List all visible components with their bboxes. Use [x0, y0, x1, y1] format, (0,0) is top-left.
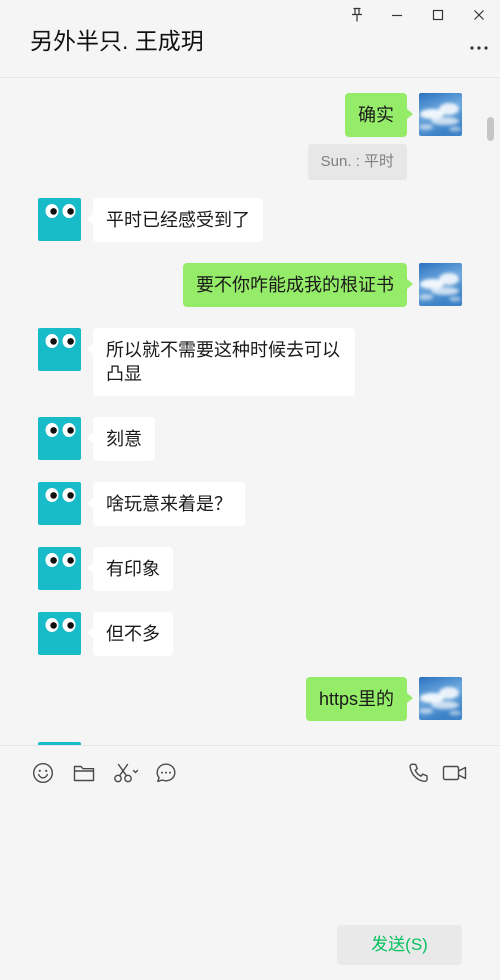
emoji-icon[interactable] [32, 762, 54, 784]
self-avatar[interactable] [419, 677, 462, 720]
self-avatar[interactable] [419, 263, 462, 306]
more-icon[interactable] [466, 40, 492, 56]
message-row: 刻意 [38, 417, 155, 461]
message-row: 平时已经感受到了 [38, 198, 263, 242]
message-row: 所以就不需要这种时候去可以凸显 [38, 328, 355, 396]
scissors-icon[interactable] [112, 762, 140, 784]
send-button[interactable]: 发送(S) [337, 925, 462, 965]
chat-title: 另外半只. 王成玥 [30, 28, 204, 54]
message-bubble[interactable]: 刻意 [87, 417, 155, 461]
chat-window: 另外半只. 王成玥 确实 Sun. : 平时 平时已经感受到了 要不你咋能成我的… [0, 0, 500, 980]
maximize-icon[interactable] [430, 7, 446, 23]
input-divider [0, 745, 500, 746]
message-row: 啥玩意来着是？ [38, 482, 245, 526]
contact-avatar[interactable] [38, 198, 81, 241]
folder-icon[interactable] [73, 762, 95, 784]
message-row: 确实 [345, 93, 462, 137]
message-bubble[interactable]: 确实 [345, 93, 413, 137]
message-bubble[interactable]: 要不你咋能成我的根证书 [183, 263, 413, 307]
video-call-icon[interactable] [442, 762, 468, 784]
contact-avatar[interactable] [38, 547, 81, 590]
contact-avatar[interactable] [38, 482, 81, 525]
message-bubble[interactable]: 平时已经感受到了 [87, 198, 263, 242]
message-list[interactable]: 确实 Sun. : 平时 平时已经感受到了 要不你咋能成我的根证书 所以就不需要… [0, 78, 500, 745]
quoted-message[interactable]: Sun. : 平时 [307, 144, 407, 180]
phone-icon[interactable] [408, 762, 430, 784]
message-bubble[interactable]: 但不多 [87, 612, 173, 656]
message-row: 有印象 [38, 547, 173, 591]
message-input[interactable] [30, 795, 470, 913]
pin-icon[interactable] [349, 7, 365, 23]
close-icon[interactable] [471, 7, 487, 23]
message-bubble[interactable]: 有印象 [87, 547, 173, 591]
chat-history-icon[interactable] [155, 762, 177, 784]
contact-avatar[interactable] [38, 328, 81, 371]
message-row: https里的 [305, 677, 462, 721]
scrollbar-thumb[interactable] [487, 117, 494, 141]
contact-avatar[interactable] [38, 417, 81, 460]
contact-avatar[interactable] [38, 612, 81, 655]
message-row: 要不你咋能成我的根证书 [183, 263, 462, 307]
self-avatar[interactable] [419, 93, 462, 136]
message-bubble[interactable]: 所以就不需要这种时候去可以凸显 [87, 328, 355, 396]
minimize-icon[interactable] [389, 7, 405, 23]
message-row: 但不多 [38, 612, 173, 656]
message-bubble[interactable]: https里的 [305, 677, 414, 721]
message-bubble[interactable]: 啥玩意来着是？ [87, 482, 245, 526]
